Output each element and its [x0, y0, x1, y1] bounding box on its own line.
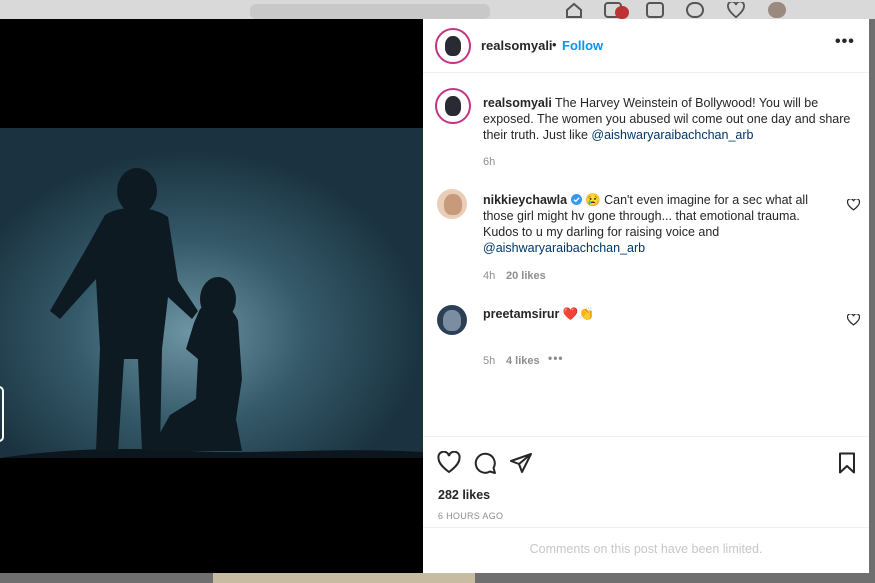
comment-icon[interactable]	[473, 451, 497, 475]
comment-time[interactable]: 5h	[483, 355, 495, 367]
caption-mention-link[interactable]: @aishwaryaraibachchan_arb	[591, 128, 753, 142]
comment-likes[interactable]: 4 likes	[506, 355, 540, 367]
author-username[interactable]: realsomyali	[481, 38, 553, 53]
follow-button[interactable]: Follow	[562, 38, 603, 53]
like-heart-icon[interactable]	[437, 451, 461, 475]
bookmark-icon[interactable]	[835, 451, 859, 475]
explore-icon	[686, 2, 704, 18]
background-post-thumbnail	[213, 573, 475, 583]
caption-time[interactable]: 6h	[483, 156, 495, 168]
comment-text: nikkieychawla 😢 Can't even imagine for a…	[483, 192, 833, 256]
caption-username[interactable]: realsomyali	[483, 96, 552, 110]
share-icon[interactable]	[509, 451, 533, 475]
post-header: realsomyali • Follow •••	[423, 19, 869, 73]
profile-avatar-icon	[768, 2, 786, 18]
post-timestamp[interactable]: 6 HOURS AGO	[438, 511, 503, 521]
comment-time[interactable]: 4h	[483, 270, 495, 282]
comment-mention-link[interactable]: @aishwaryaraibachchan_arb	[483, 241, 645, 255]
comment-emoji: 😢	[585, 193, 601, 207]
comment-likes[interactable]: 20 likes	[506, 270, 546, 282]
comment-like-heart-icon[interactable]	[847, 199, 860, 211]
caption-avatar[interactable]	[435, 88, 471, 124]
post-likes-count[interactable]: 282 likes	[438, 488, 490, 502]
post-details-panel: realsomyali • Follow ••• realsomyali The…	[423, 19, 869, 573]
comment-avatar[interactable]	[437, 189, 467, 219]
video-frame	[0, 19, 423, 573]
activity-heart-icon	[727, 0, 745, 19]
post-actions: 282 likes 6 HOURS AGO	[423, 436, 869, 536]
separator-dot: •	[552, 37, 557, 52]
comment-avatar[interactable]	[437, 305, 467, 335]
background-navbar	[0, 0, 875, 19]
background-search-bar	[250, 4, 490, 19]
notification-badge	[615, 6, 629, 19]
comment-username[interactable]: preetamsirur	[483, 307, 559, 321]
comments-list[interactable]: realsomyali The Harvey Weinstein of Boll…	[423, 74, 869, 436]
comment-username[interactable]: nikkieychawla	[483, 193, 567, 207]
comment-like-heart-icon[interactable]	[847, 314, 860, 326]
author-avatar[interactable]	[435, 28, 471, 64]
verified-badge-icon	[570, 193, 582, 207]
new-post-icon	[646, 2, 664, 18]
previous-arrow-button[interactable]	[0, 386, 4, 442]
comment-emoji: ❤️👏	[562, 307, 595, 321]
comments-limited-notice: Comments on this post have been limited.	[423, 527, 869, 573]
caption-text: realsomyali The Harvey Weinstein of Boll…	[483, 95, 859, 143]
more-options-icon[interactable]: •••	[835, 33, 855, 51]
comment-more-options-icon[interactable]: •••	[548, 351, 564, 365]
home-icon	[565, 2, 583, 18]
post-media[interactable]	[0, 19, 423, 573]
comment-text: preetamsirur ❤️👏	[483, 306, 833, 322]
